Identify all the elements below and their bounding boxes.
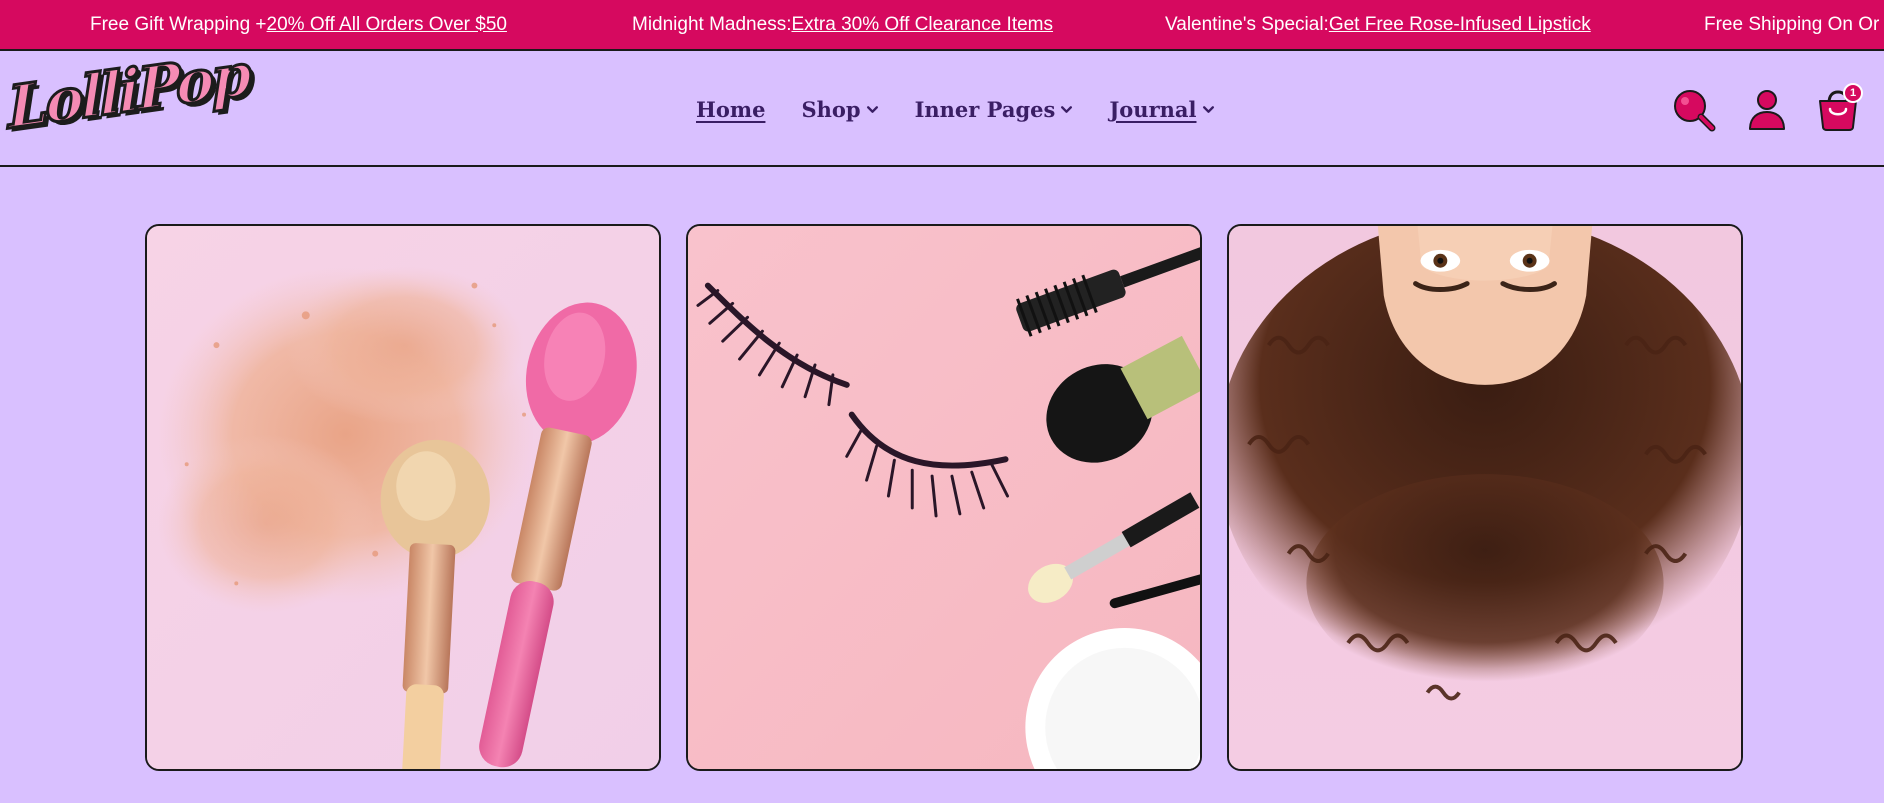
announcement-link[interactable]: Extra 30% Off Clearance Items [791, 14, 1053, 36]
nav-item-journal[interactable]: Journal [1109, 97, 1214, 122]
announcement-link[interactable]: Get Free Rose-Infused Lipstick [1329, 14, 1591, 36]
announcement-bar: Free Gift Wrapping + 20% Off All Orders … [0, 0, 1884, 51]
chevron-down-icon [1202, 103, 1215, 116]
logo[interactable]: LolliPop [5, 39, 251, 151]
gallery-card-brushes[interactable] [145, 224, 661, 771]
makeup-brushes-image [147, 226, 659, 769]
nav-item-home[interactable]: Home [696, 97, 765, 122]
curly-hair-image [1229, 226, 1741, 769]
nav-item-label: Journal [1109, 96, 1197, 122]
site-header: LolliPop Home Shop Inner Pages Journal 1 [0, 39, 1884, 167]
announcement-text: Valentine's Special: [1165, 13, 1329, 35]
announcement-item: Valentine's Special: Get Free Rose-Infus… [1165, 0, 1591, 49]
announcement-link[interactable]: 20% Off All Orders Over $50 [267, 14, 507, 36]
eyelashes-image [688, 226, 1200, 769]
chevron-down-icon [866, 103, 879, 116]
gallery-card-eyelashes[interactable] [686, 224, 1202, 771]
cart-count-badge: 1 [1843, 83, 1863, 103]
announcement-text: Free Shipping On Or [1704, 13, 1880, 35]
gallery-card-curly-hair[interactable] [1227, 224, 1743, 771]
search-icon[interactable] [1671, 87, 1717, 133]
announcement-item: Free Gift Wrapping + 20% Off All Orders … [90, 0, 507, 49]
chevron-down-icon [1060, 103, 1073, 116]
nav-item-label: Home [696, 96, 766, 122]
nav-item-shop[interactable]: Shop [801, 97, 878, 122]
nav-item-label: Shop [801, 96, 861, 122]
announcement-text: Midnight Madness: [632, 13, 792, 35]
announcement-item: Midnight Madness: Extra 30% Off Clearanc… [632, 0, 1053, 49]
nav-item-inner-pages[interactable]: Inner Pages [915, 97, 1074, 122]
announcement-item: Free Shipping On Or [1704, 0, 1879, 49]
main-nav: Home Shop Inner Pages Journal [696, 51, 1251, 167]
nav-item-label: Inner Pages [914, 96, 1056, 122]
user-icon[interactable] [1744, 87, 1790, 133]
cart-icon[interactable]: 1 [1815, 83, 1863, 133]
